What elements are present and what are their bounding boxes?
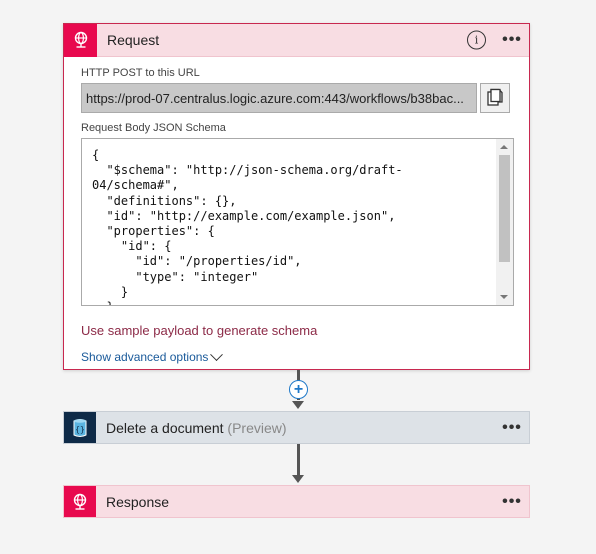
more-options-icon[interactable]: ••• bbox=[501, 493, 523, 510]
schema-line: "definitions": {}, bbox=[92, 193, 237, 208]
globe-icon bbox=[73, 493, 87, 510]
url-label: HTTP POST to this URL bbox=[81, 67, 200, 79]
cosmos-tile: {} bbox=[64, 412, 96, 443]
schema-text: { "$schema": "http://json-schema.org/dra… bbox=[92, 148, 493, 305]
cosmos-db-icon: {} bbox=[73, 418, 87, 437]
request-trigger-card: Request i ••• HTTP POST to this URL http… bbox=[63, 23, 530, 370]
schema-label: Request Body JSON Schema bbox=[81, 122, 226, 134]
scroll-up-icon[interactable] bbox=[500, 145, 508, 149]
schema-line: "id": "http://example.com/example.json", bbox=[92, 208, 396, 223]
chevron-down-icon bbox=[210, 347, 224, 361]
add-step-button[interactable]: + bbox=[289, 380, 308, 399]
schema-line: 04/schema#", bbox=[92, 178, 179, 193]
delete-title-text: Delete a document bbox=[106, 419, 224, 436]
response-card[interactable]: Response ••• bbox=[63, 485, 530, 518]
schema-line: "properties": { bbox=[92, 224, 215, 239]
request-tile bbox=[64, 23, 97, 57]
schema-line: "id": { bbox=[92, 239, 172, 254]
preview-badge: (Preview) bbox=[227, 419, 287, 436]
schema-scrollbar[interactable] bbox=[496, 139, 513, 305]
schema-editor[interactable]: { "$schema": "http://json-schema.org/dra… bbox=[81, 138, 514, 306]
schema-line: } bbox=[92, 284, 129, 299]
delete-document-card[interactable]: {} Delete a document (Preview) ••• bbox=[63, 411, 530, 444]
connector-line bbox=[297, 444, 300, 475]
show-advanced-options[interactable]: Show advanced options bbox=[81, 347, 513, 364]
copy-icon bbox=[487, 88, 503, 106]
more-options-icon[interactable]: ••• bbox=[501, 419, 523, 436]
generate-schema-link[interactable]: Use sample payload to generate schema bbox=[81, 323, 513, 338]
url-field[interactable]: https://prod-07.centralus.logic.azure.co… bbox=[81, 83, 477, 113]
delete-card-header[interactable]: {} Delete a document (Preview) ••• bbox=[64, 412, 529, 443]
delete-title: Delete a document (Preview) bbox=[106, 420, 287, 436]
schema-line: "type": "integer" bbox=[92, 269, 259, 284]
svg-text:{}: {} bbox=[75, 425, 85, 434]
arrow-down-icon bbox=[292, 475, 304, 483]
more-options-icon[interactable]: ••• bbox=[501, 32, 523, 48]
globe-icon bbox=[74, 31, 87, 48]
copy-url-button[interactable] bbox=[480, 83, 510, 113]
schema-line: "$schema": "http://json-schema.org/draft… bbox=[92, 163, 403, 178]
info-icon[interactable]: i bbox=[467, 30, 486, 50]
schema-line: } bbox=[92, 300, 493, 305]
request-card-header[interactable]: Request i ••• bbox=[64, 23, 529, 57]
response-title: Response bbox=[106, 493, 170, 510]
response-tile bbox=[64, 486, 96, 517]
arrow-down-icon bbox=[292, 401, 304, 409]
request-title: Request bbox=[107, 32, 160, 48]
advanced-options-label: Show advanced options bbox=[81, 350, 209, 364]
scroll-thumb[interactable] bbox=[499, 155, 510, 262]
schema-line: { bbox=[92, 148, 100, 162]
schema-line: "id": "/properties/id", bbox=[92, 254, 302, 269]
scroll-down-icon[interactable] bbox=[500, 295, 508, 299]
response-card-header[interactable]: Response ••• bbox=[64, 486, 529, 517]
